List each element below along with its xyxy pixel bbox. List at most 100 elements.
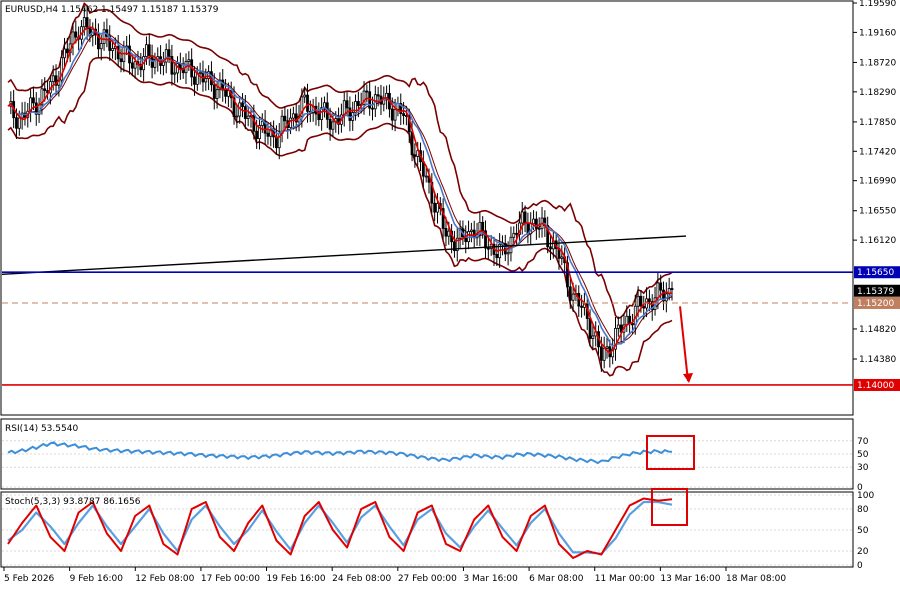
candle-body [413,154,417,157]
candle-body [17,117,21,129]
candle-body [283,115,287,122]
candle-body [520,211,524,224]
candle-body [130,62,134,69]
candle-body [43,88,47,91]
price-tick-label: 1.16990 [859,177,896,187]
candle-body [348,107,352,121]
candle-body [173,72,177,75]
candle-body [549,246,552,250]
price-tick-label: 1.18720 [859,58,896,68]
candle-body [306,94,309,112]
candle-body [145,44,148,57]
candle-body [560,256,564,259]
time-tick-label: 24 Feb 08:00 [332,574,391,584]
stoch-header: Stoch(5,3,3) 93.8787 86.1656 [5,497,141,507]
candle-body [342,100,346,116]
candle-body [659,282,663,291]
candle-body [32,97,35,104]
candle-body [424,175,428,178]
symbol-header: EURUSD,H4 1.15462 1.15497 1.15187 1.1537… [5,5,219,15]
rsi-header: RSI(14) 53.5540 [5,424,78,434]
rsi-tick-label: 70 [857,437,869,447]
candle-body [198,71,202,74]
candle-body [639,295,643,307]
stoch-tick-label: 100 [857,491,874,501]
candle-body [82,17,86,28]
candle-body [291,113,295,119]
price-tick-label: 1.14380 [859,355,896,365]
candle-body [345,100,349,109]
candle-body [193,76,196,85]
candle-body [447,230,451,237]
candle-body [368,91,372,109]
candle-body [390,108,394,121]
candle-body [571,293,575,301]
stoch-tick-label: 80 [857,505,869,515]
time-tick-label: 27 Feb 00:00 [398,574,457,584]
candle-body [512,232,516,238]
candle-body [260,120,264,126]
rsi-tick-label: 30 [857,463,869,473]
candle-body [616,324,620,329]
time-tick-label: 11 Mar 00:00 [595,574,655,584]
candle-body [602,347,606,361]
candle-body [167,49,171,57]
candle-body [241,102,244,108]
candle-body [481,221,485,232]
candle-body [588,318,592,339]
level-price-tag-label: 1.14000 [857,381,894,391]
candle-body [515,232,518,235]
candle-body [647,298,651,303]
candle-body [591,335,595,339]
candle-body [15,117,18,129]
candle-body [365,90,369,93]
stoch-tick-label: 0 [857,561,863,571]
candle-body [102,29,106,44]
candle-body [356,101,360,106]
stoch-tick-label: 50 [857,526,869,536]
candle-body [568,286,572,301]
candle-body [133,61,137,69]
candle-body [255,130,259,140]
candle-body [469,229,473,232]
candle-body [275,136,278,149]
candle-body [495,254,499,259]
candle-body [656,282,660,299]
price-tick-label: 1.16550 [859,207,896,217]
price-tick-label: 1.17850 [859,118,896,128]
candle-body [506,252,510,255]
price-tick-label: 1.19590 [859,0,896,9]
candle-body [243,106,247,119]
candle-body [402,113,405,116]
candle-body [628,315,632,324]
candle-body [509,236,513,254]
time-tick-label: 9 Feb 16:00 [70,574,124,584]
time-tick-label: 12 Feb 08:00 [135,574,194,584]
candle-body [119,58,123,63]
candle-body [376,94,380,97]
candle-body [215,89,219,99]
candle-body [444,228,448,237]
time-tick-label: 13 Mar 16:00 [660,574,720,584]
candle-body [235,115,239,118]
candle-body [599,346,603,361]
time-tick-label: 3 Mar 16:00 [463,574,518,584]
candle-body [371,107,374,110]
price-tick-label: 1.16120 [859,236,896,246]
candle-body [636,295,640,307]
candle-body [625,315,629,326]
candle-body [331,121,335,130]
price-tick-label: 1.17420 [859,147,896,157]
chart-stage[interactable]: 1.19590 1.19160 1.18720 1.18290 1.17850 1.174… [0,0,900,589]
level-price-tag-label: 1.15200 [857,299,894,309]
candle-body [605,346,609,349]
candle-body [246,115,250,119]
current-price-tag-label: 1.15379 [857,287,894,297]
candle-body [532,218,535,225]
candle-body [436,203,439,213]
candle-body [317,113,321,121]
candle-body [147,44,151,56]
time-tick-label: 19 Feb 16:00 [267,574,326,584]
candle-body [224,89,227,97]
time-tick-label: 6 Mar 08:00 [529,574,584,584]
